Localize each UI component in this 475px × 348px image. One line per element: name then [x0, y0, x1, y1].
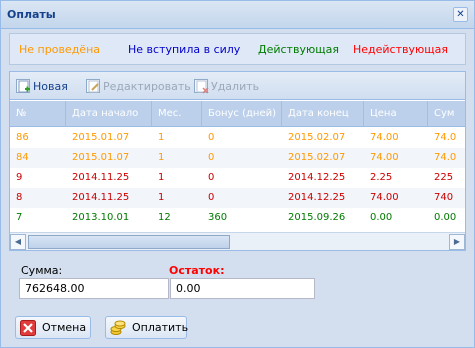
table-cell: 84: [16, 152, 29, 163]
remainder-label: Остаток:: [169, 264, 225, 277]
table-row[interactable]: 7 2013.10.01 12 360 2015.09.26 0.00 0.00: [10, 208, 465, 228]
table-row[interactable]: 86 2015.01.07 1 0 2015.02.07 74.00 74.0: [10, 128, 465, 148]
table-cell: 1: [158, 192, 165, 203]
legend-active: Действующая: [258, 43, 339, 56]
table-cell: 0.00: [434, 212, 457, 223]
pay-button-label: Оплатить: [132, 321, 189, 334]
edit-button-label: Редактировать: [103, 80, 191, 93]
sum-label: Сумма:: [21, 264, 63, 277]
table-cell: 225: [434, 172, 454, 183]
table-cell: 8: [16, 192, 23, 203]
table-cell: 2013.10.01: [72, 212, 130, 223]
table-cell: 74.0: [434, 132, 457, 143]
pay-button[interactable]: Оплатить: [105, 316, 189, 339]
table-cell: 0: [208, 132, 215, 143]
table-cell: 1: [158, 172, 165, 183]
table-cell: 74.00: [370, 132, 399, 143]
delete-button-label: Удалить: [211, 80, 260, 93]
table-cell: 2015.01.07: [72, 132, 130, 143]
window-title: Оплаты: [7, 8, 56, 21]
cancel-icon: [20, 320, 36, 336]
table-cell: 2014.11.25: [72, 192, 130, 203]
new-document-icon: [16, 79, 30, 93]
table-cell: 2014.11.25: [72, 172, 130, 183]
table-cell: 2014.12.25: [288, 192, 346, 203]
table-cell: 2015.09.26: [288, 212, 346, 223]
close-icon: ✕: [456, 9, 465, 20]
column-header-price[interactable]: Цена: [364, 101, 428, 127]
grid-header: № Дата начало Мес. Бонус (дней) Дата кон…: [10, 101, 465, 127]
delete-document-icon: [194, 79, 209, 94]
legend-not-processed: Не проведёна: [19, 43, 100, 56]
table-cell: 2015.02.07: [288, 152, 346, 163]
table-cell: 2.25: [370, 172, 393, 183]
table-row[interactable]: 84 2015.01.07 1 0 2015.02.07 74.00 74.0: [10, 148, 465, 168]
horizontal-scrollbar[interactable]: ◀ ▶: [10, 232, 465, 250]
table-cell: 74.0: [434, 152, 457, 163]
cancel-button[interactable]: Отмена: [15, 316, 91, 339]
table-cell: 74.00: [370, 152, 399, 163]
grid-toolbar: Новая Редактировать Удалить: [10, 72, 465, 100]
column-header-bonus-days[interactable]: Бонус (дней): [202, 101, 282, 127]
cancel-button-label: Отмена: [42, 321, 87, 334]
remainder-field[interactable]: 0.00: [170, 278, 315, 299]
table-cell: 1: [158, 152, 165, 163]
column-header-end-date[interactable]: Дата конец: [282, 101, 364, 127]
table-cell: 0: [208, 192, 215, 203]
edit-document-icon: [86, 79, 100, 93]
table-cell: 9: [16, 172, 23, 183]
scrollbar-thumb[interactable]: [28, 235, 230, 249]
arrow-right-icon: ▶: [453, 237, 461, 246]
table-cell: 74.00: [370, 192, 399, 203]
scroll-left-button[interactable]: ◀: [10, 234, 26, 250]
legend-inactive: Недействующая: [353, 43, 448, 56]
arrow-left-icon: ◀: [14, 237, 22, 246]
table-cell: 12: [158, 212, 171, 223]
table-cell: 7: [16, 212, 23, 223]
table-row[interactable]: 9 2014.11.25 1 0 2014.12.25 2.25 225: [10, 168, 465, 188]
table-cell: 0: [208, 152, 215, 163]
table-cell: 86: [16, 132, 29, 143]
scroll-right-button[interactable]: ▶: [449, 234, 465, 250]
coins-icon: [110, 320, 126, 336]
title-bar[interactable]: Оплаты ✕: [1, 1, 474, 29]
payments-grid: Новая Редактировать Удалить № Дата начал…: [9, 71, 466, 251]
table-cell: 360: [208, 212, 228, 223]
table-cell: 740: [434, 192, 454, 203]
legend-not-in-force: Не вступила в силу: [128, 43, 241, 56]
sum-field[interactable]: 762648.00: [19, 278, 169, 299]
column-header-start-date[interactable]: Дата начало: [66, 101, 152, 127]
table-cell: 0.00: [370, 212, 393, 223]
column-header-months[interactable]: Мес.: [152, 101, 202, 127]
column-header-sum[interactable]: Сум: [428, 101, 465, 127]
status-legend: Не проведёна Не вступила в силу Действую…: [9, 33, 466, 65]
table-row[interactable]: 8 2014.11.25 1 0 2014.12.25 74.00 740: [10, 188, 465, 208]
table-cell: 2015.01.07: [72, 152, 130, 163]
table-cell: 0: [208, 172, 215, 183]
close-button[interactable]: ✕: [453, 7, 468, 22]
new-button-label: Новая: [33, 80, 68, 93]
table-cell: 2014.12.25: [288, 172, 346, 183]
table-cell: 1: [158, 132, 165, 143]
column-header-number[interactable]: №: [10, 101, 66, 127]
table-cell: 2015.02.07: [288, 132, 346, 143]
payments-dialog: Оплаты ✕ Не проведёна Не вступила в силу…: [0, 0, 475, 348]
